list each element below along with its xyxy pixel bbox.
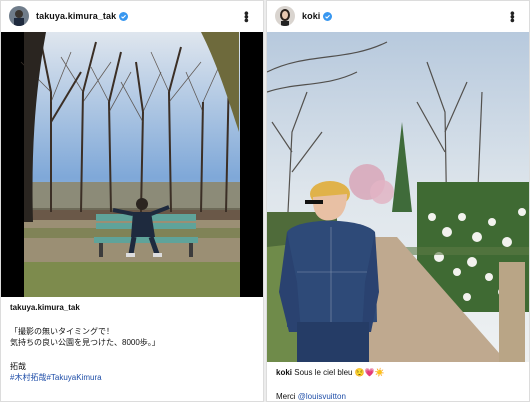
caption-line-1: 「撮影の無いタイミングで！ [10, 327, 114, 336]
caption: koki Sous le ciel bleu 😌💗☀️ Merci @louis… [276, 367, 521, 401]
username-link[interactable]: koki [302, 11, 320, 21]
caption-merci: Merci [276, 392, 298, 401]
post-photo-path[interactable] [267, 32, 529, 362]
post-card-takuya: takuya.kimura_tak ••• takuya.kimura_tak … [0, 0, 264, 402]
caption-signoff: 拓哉 [10, 362, 26, 371]
caption-line-2: 気持ちの良い公園を見つけた、8000歩。」 [10, 338, 160, 347]
caption-text: Sous le ciel bleu 😌💗☀️ [292, 368, 385, 377]
avatar[interactable] [275, 6, 295, 26]
hashtag-link[interactable]: #木村拓哉#TakuyaKimura [10, 372, 255, 383]
post-header: koki ••• [267, 1, 529, 31]
post-photo-park[interactable] [1, 32, 263, 297]
mention-link[interactable]: @louisvuitton [298, 392, 346, 401]
caption-username[interactable]: koki [276, 368, 292, 377]
avatar[interactable] [9, 6, 29, 26]
post-card-koki: koki ••• koki Sous le ciel bleu 😌💗☀️ Mer… [266, 0, 530, 402]
verified-badge-icon [323, 11, 333, 21]
caption-line-1: koki Sous le ciel bleu 😌💗☀️ [276, 367, 521, 378]
caption: takuya.kimura_tak 「撮影の無いタイミングで！ 気持ちの良い公園… [10, 302, 255, 383]
more-options-icon[interactable]: ••• [238, 11, 255, 22]
caption-username[interactable]: takuya.kimura_tak [10, 302, 255, 313]
username-link[interactable]: takuya.kimura_tak [36, 11, 116, 21]
post-header: takuya.kimura_tak ••• [1, 1, 263, 31]
verified-badge-icon [119, 11, 129, 21]
caption-line-2: Merci @louisvuitton [276, 391, 521, 401]
more-options-icon[interactable]: ••• [504, 11, 521, 22]
